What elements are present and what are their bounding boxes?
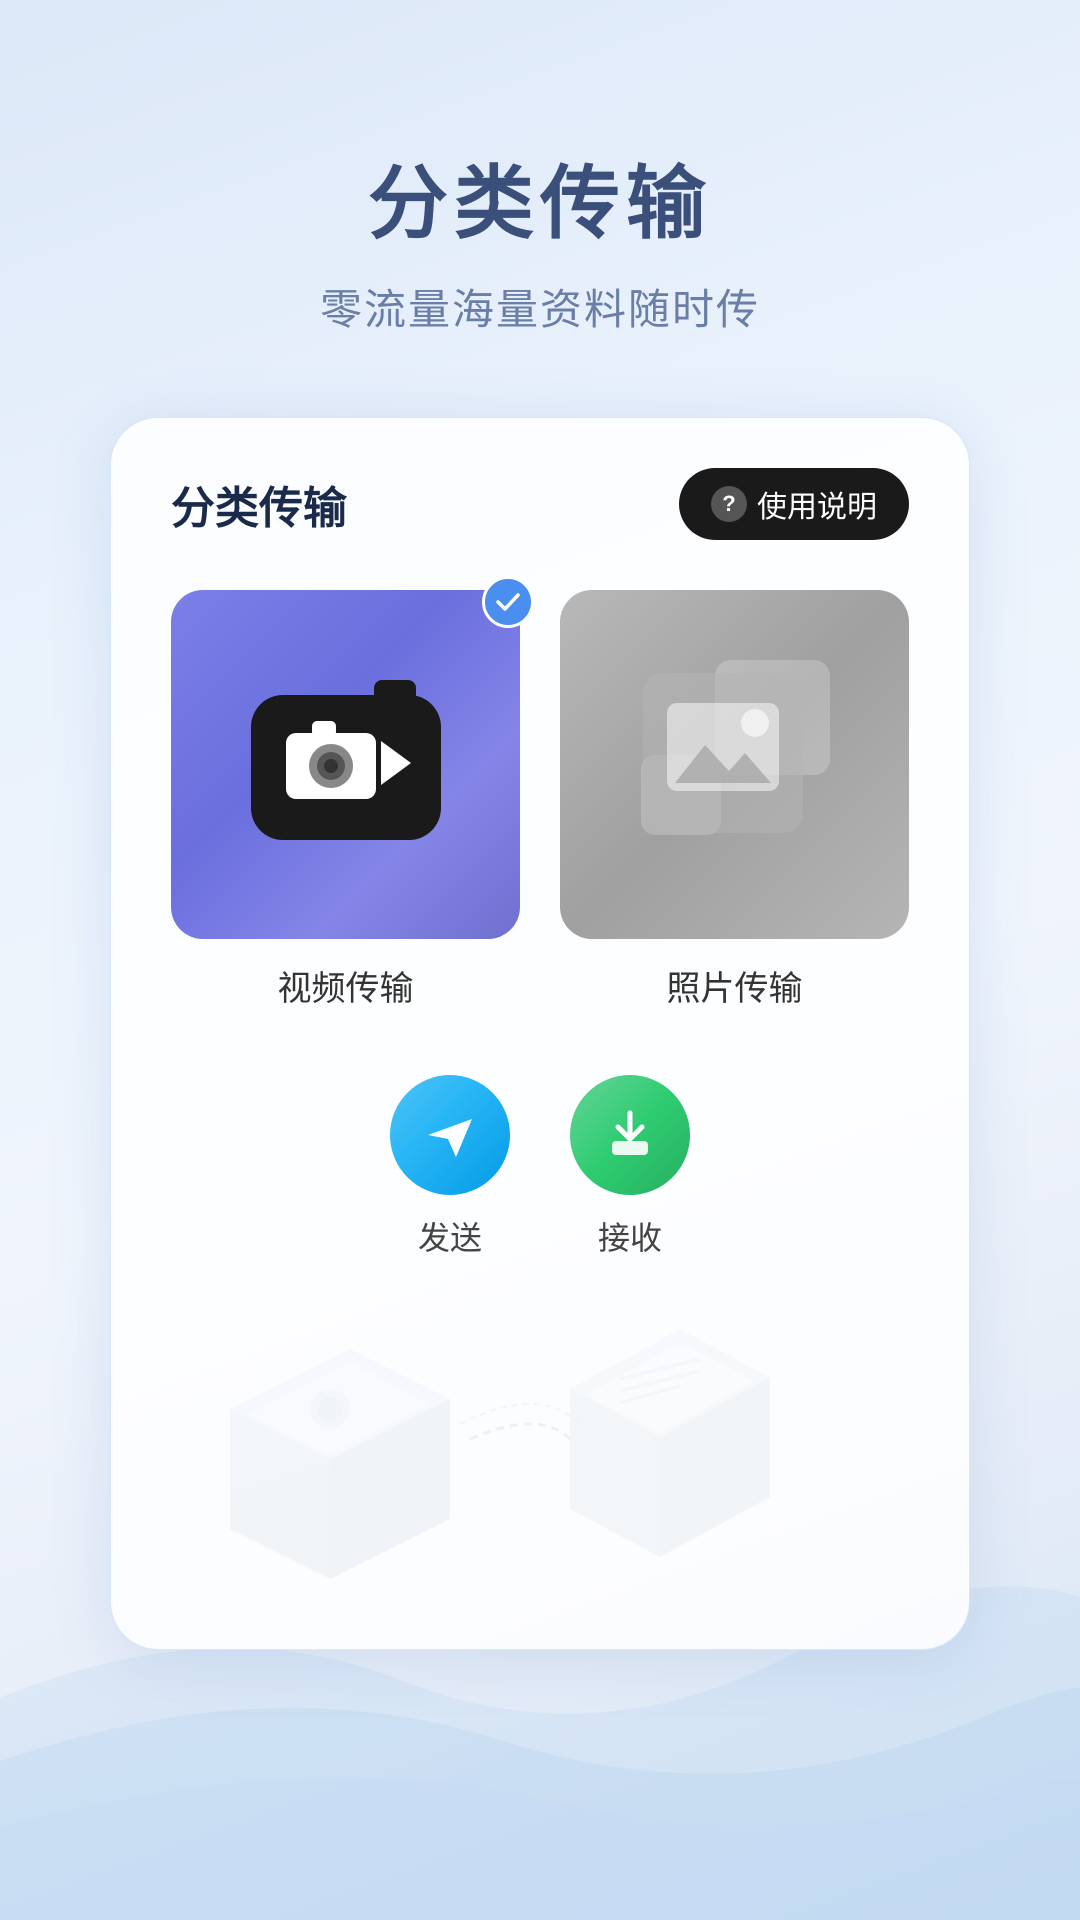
card-title: 分类传输: [171, 472, 347, 536]
illustration-area: [171, 1309, 909, 1589]
photo-type-label: 照片传输: [667, 961, 803, 1010]
photo-icon-wrap: [560, 590, 909, 939]
action-send[interactable]: 发送: [390, 1075, 510, 1259]
iso-illustration: [190, 1309, 890, 1589]
send-label: 发送: [418, 1213, 482, 1259]
help-button-label: 使用说明: [757, 482, 877, 526]
transfer-type-grid: 视频传输: [171, 590, 909, 1010]
card-wrapper: 分类传输 ? 使用说明: [110, 417, 970, 1650]
page-title: 分类传输: [0, 160, 1080, 248]
page-header: 分类传输 零流量海量资料随时传: [0, 0, 1080, 337]
receive-icon: [600, 1105, 660, 1165]
type-item-photo[interactable]: 照片传输: [560, 590, 909, 1010]
action-row: 发送 接收: [171, 1065, 909, 1269]
action-receive[interactable]: 接收: [570, 1075, 690, 1259]
video-type-label: 视频传输: [278, 961, 414, 1010]
send-circle: [390, 1075, 510, 1195]
type-item-video[interactable]: 视频传输: [171, 590, 520, 1010]
page-subtitle: 零流量海量资料随时传: [0, 276, 1080, 337]
send-icon: [420, 1105, 480, 1165]
video-camera-svg: [226, 665, 466, 865]
photo-icon-svg: [615, 645, 855, 885]
receive-circle: [570, 1075, 690, 1195]
selected-badge-video: [482, 576, 534, 628]
video-icon-wrap: [171, 590, 520, 939]
card-top-row: 分类传输 ? 使用说明: [171, 468, 909, 540]
help-icon: ?: [711, 486, 747, 522]
main-card: 分类传输 ? 使用说明: [110, 417, 970, 1650]
receive-label: 接收: [598, 1213, 662, 1259]
help-button[interactable]: ? 使用说明: [679, 468, 909, 540]
